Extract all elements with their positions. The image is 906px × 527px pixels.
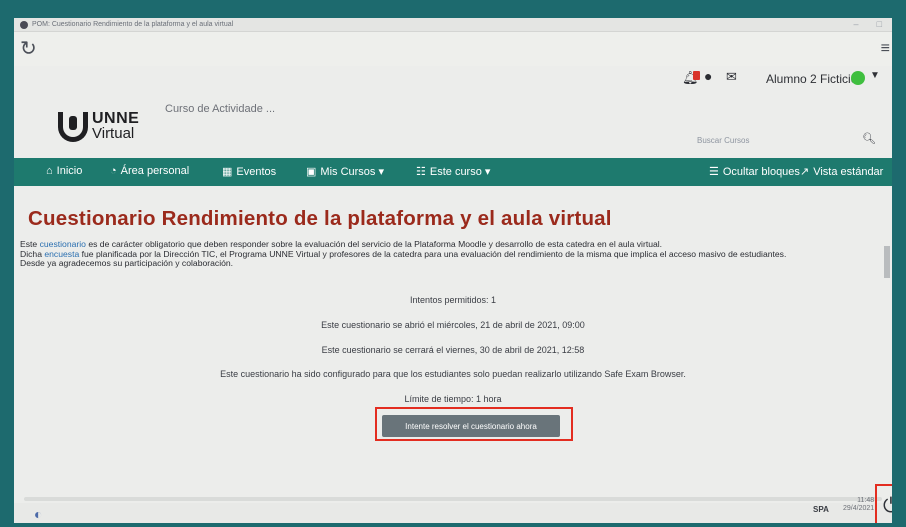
page-title: Cuestionario Rendimiento de la plataform… [28,207,612,230]
highlight-box [375,407,573,441]
people-icon: ☷ [416,166,426,178]
blocks-icon: ☰ [709,166,719,178]
standard-view-button[interactable]: ↗ Vista estándar [800,165,884,179]
window-titlebar: POM: Cuestionario Rendimiento de la plat… [14,18,892,32]
taskbar-clock: 11:48 29/4/2021 [843,497,874,513]
clock-date: 29/4/2021 [843,505,875,512]
briefcase-icon: ▣ [306,166,317,178]
power-highlight-box [875,484,892,523]
browser-app-icon [20,20,28,29]
menu-icon[interactable]: ≡ [881,40,890,58]
time-limit: Límite de tiempo: 1 hora [404,394,502,404]
nav-item-este-curso[interactable]: ☷ Este curso ▾ [416,165,490,178]
safe-exam-browser-icon[interactable]: ◐ [34,506,42,522]
hide-blocks-button[interactable]: ☰ Ocultar bloques [709,165,800,179]
quiz-intro: Este cuestionario es de carácter obligat… [20,239,888,269]
main-navbar: ⌂ Inicio ◔ Área personal ▦ Eventos ▣ Mis… [14,158,892,186]
user-name[interactable]: Alumno 2 Ficticio [766,72,857,86]
taskbar [14,503,892,523]
standard-view-label: Vista estándar [813,165,884,178]
site-header: UNNE Virtual Curso de Actividade ... Bus… [14,92,892,154]
hide-blocks-label: Ocultar bloques [722,165,800,178]
avatar[interactable] [851,71,865,85]
seb-notice: Este cuestionario ha sido configurado pa… [220,369,686,379]
expand-icon: ↗ [800,166,810,178]
notification-badge [693,71,700,80]
logo-mark [58,112,88,142]
language-indicator[interactable]: SPA [813,505,829,514]
unne-virtual-logo[interactable]: UNNE Virtual [58,108,152,146]
nav-item-eventos[interactable]: ▦ Eventos [222,165,277,179]
vertical-scrollbar[interactable] [884,246,890,278]
horizontal-scrollbar[interactable] [24,497,882,501]
reload-icon[interactable]: ↻ [20,36,37,61]
home-icon: ⌂ [46,165,53,177]
nav-label: Eventos [236,165,277,178]
chat-icon[interactable]: ● [704,68,712,84]
nav-item-inicio[interactable]: ⌂ Inicio [46,165,82,177]
open-date: Este cuestionario se abrió el miércoles,… [321,320,585,330]
nav-label: Este curso ▾ [429,166,491,178]
course-name[interactable]: Curso de Actividade ... [165,103,275,115]
browser-toolbar: ↻ ≡ [14,32,892,66]
cuestionario-link[interactable]: cuestionario [40,239,86,249]
nav-label: Área personal [120,165,190,177]
chevron-down-icon[interactable]: ▼ [870,70,880,81]
calendar-icon: ▦ [222,166,233,178]
mail-icon[interactable]: ✉︎ [726,69,737,85]
window-title: POM: Cuestionario Rendimiento de la plat… [32,21,234,28]
logo-text-virtual: Virtual [92,125,135,142]
nav-item-area-personal[interactable]: ◔ Área personal [110,165,189,177]
attempts-allowed: Intentos permitidos: 1 [409,295,497,305]
nav-label: Inicio [56,165,83,177]
nav-label: Mis Cursos ▾ [320,166,384,178]
search-input[interactable]: Buscar Cursos [697,136,749,145]
nav-item-mis-cursos[interactable]: ▣ Mis Cursos ▾ [306,165,384,178]
close-date: Este cuestionario se cerrará el viernes,… [321,345,585,355]
clock-time: 11:48 [857,497,875,504]
intro-paragraph-3: Desde ya agradecemos su participación y … [20,258,234,269]
user-bar: 🔔︎ ● ✉︎ Alumno 2 Ficticio ▼ [14,66,892,92]
minimize-icon[interactable]: – [854,19,859,29]
search-icon[interactable]: 🔍︎ [862,132,876,145]
dashboard-icon: ◔ [110,165,117,177]
browser-window: POM: Cuestionario Rendimiento de la plat… [14,18,892,523]
encuesta-link[interactable]: encuesta [44,249,79,259]
maximize-icon[interactable]: □ [877,19,882,29]
